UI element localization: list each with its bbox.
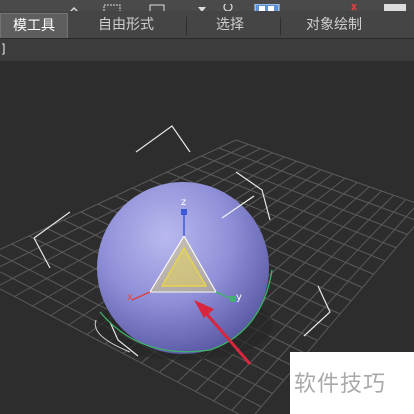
grid-line: [235, 139, 414, 203]
gizmo-z-handle[interactable]: [181, 209, 187, 215]
tab-separator: [186, 17, 187, 35]
3d-editor-window: 模工具 自由形式 选择 对象绘制 ] z x y 软件技巧: [0, 0, 414, 414]
gizmo-y-label: y: [236, 292, 242, 303]
watermark-text: 软件技巧: [294, 372, 387, 397]
grid-line: [218, 147, 414, 221]
gizmo-x-label: x: [127, 292, 133, 303]
viewport-label-bracket[interactable]: ]: [0, 42, 7, 56]
gizmo-z-label: z: [181, 197, 186, 208]
tab-modeling-tools[interactable]: 模工具: [0, 13, 68, 38]
tab-freeform[interactable]: 自由形式: [78, 13, 174, 38]
watermark: 软件技巧: [290, 352, 414, 414]
tab-close-icon[interactable]: [351, 3, 357, 11]
tab-separator: [280, 17, 281, 35]
tab-object-paint[interactable]: 对象绘制: [284, 13, 384, 38]
main-toolbar: [0, 0, 414, 14]
ribbon-panel-strip: ]: [0, 39, 414, 61]
ribbon-tab-bar: 模工具 自由形式 选择 对象绘制: [0, 11, 414, 39]
tab-selection[interactable]: 选择: [190, 13, 270, 38]
undo-icon[interactable]: [223, 2, 233, 12]
